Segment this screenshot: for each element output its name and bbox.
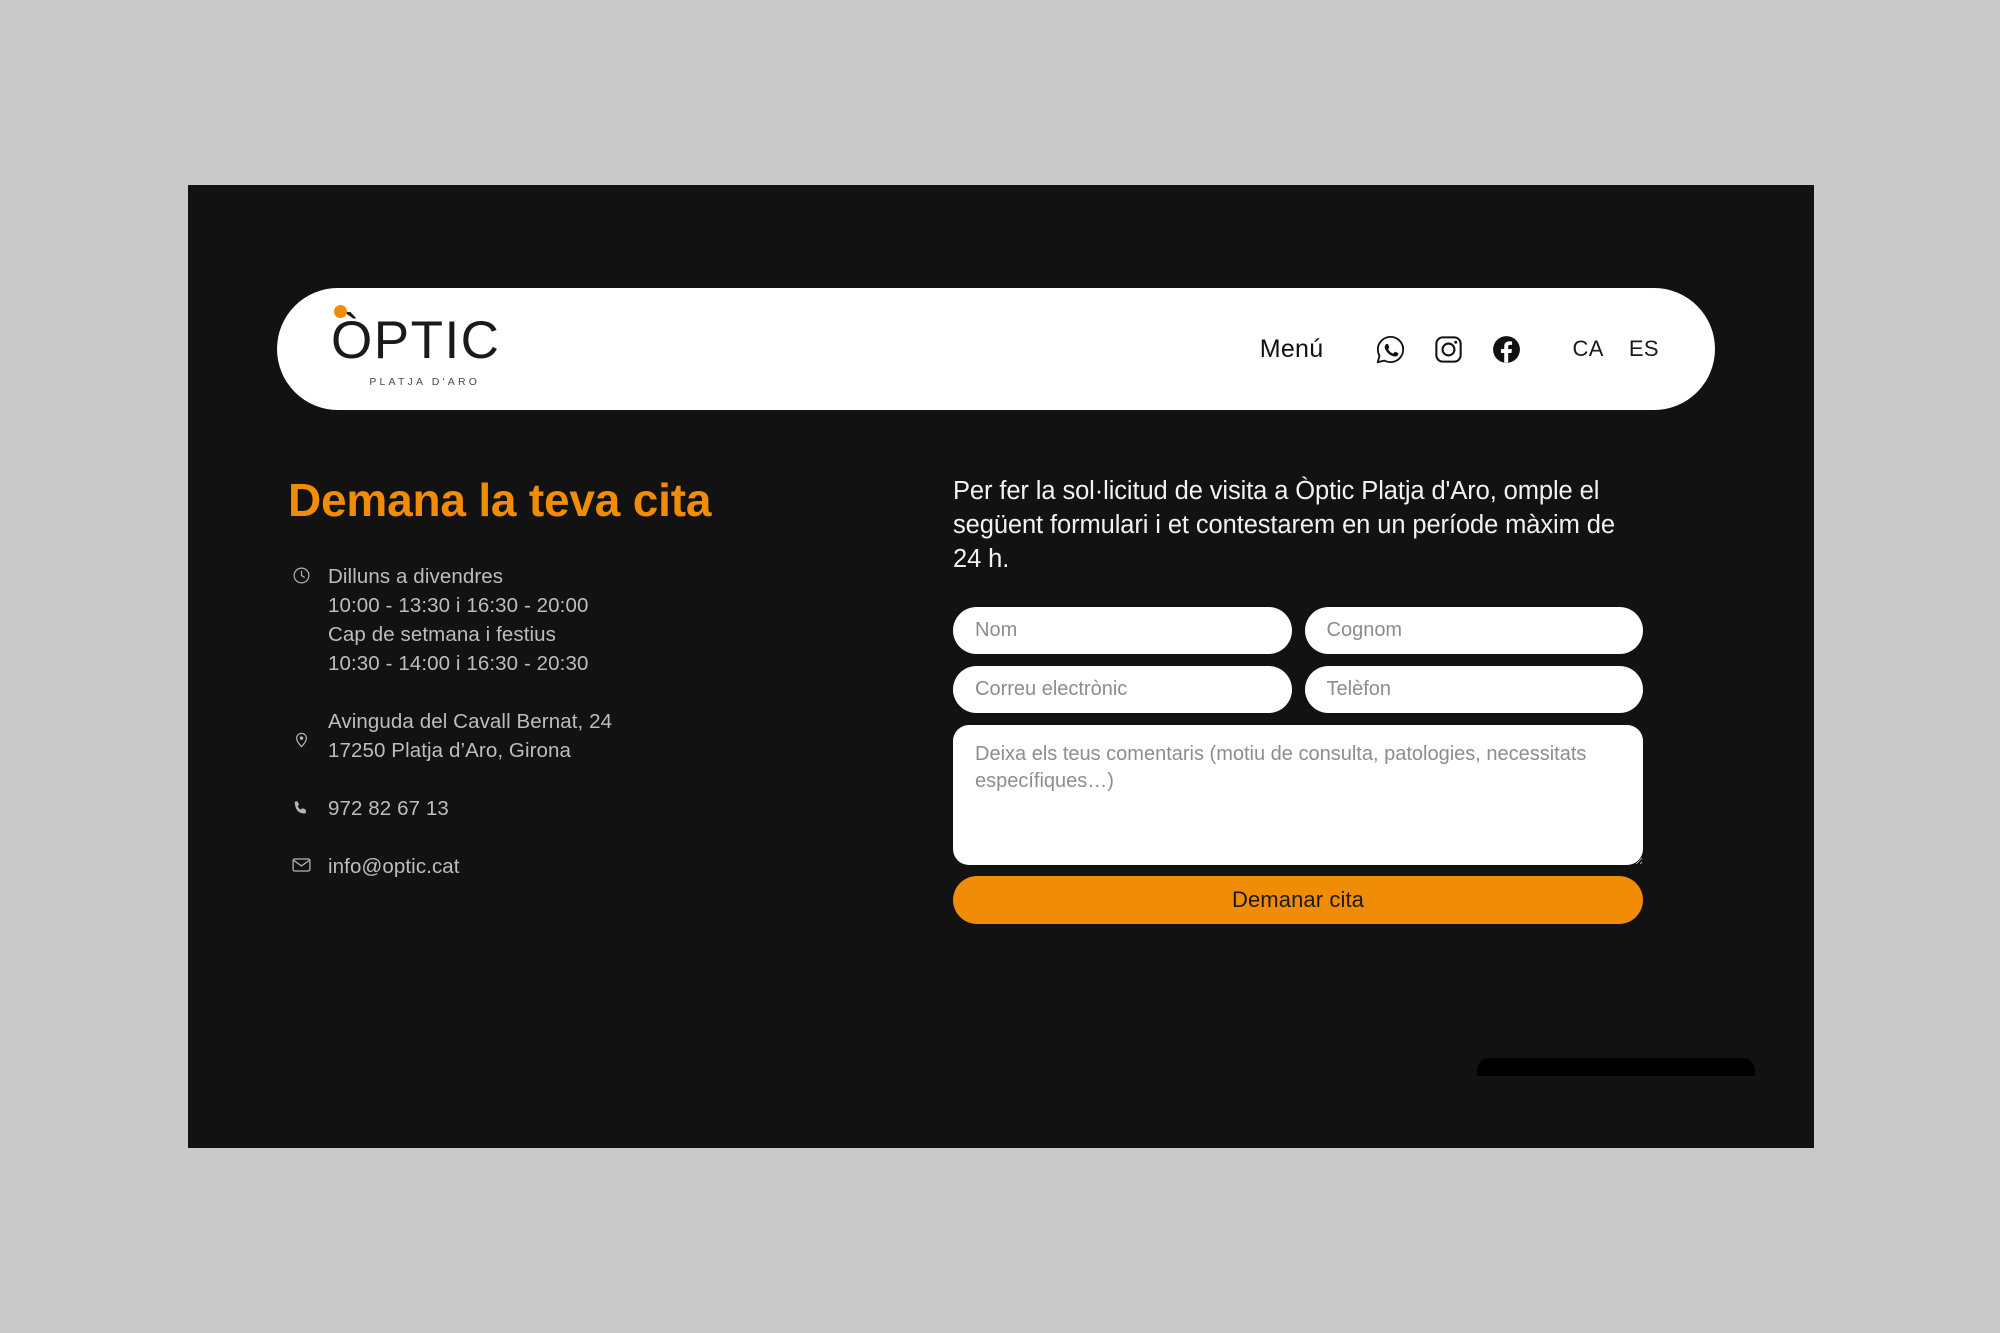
site-panel: ÒPTIC PLATJA D'ARO Menú CA ES Demana la …	[188, 185, 1814, 1148]
email-input[interactable]	[953, 665, 1292, 713]
location-pin-icon	[288, 707, 314, 750]
phone-text: 972 82 67 13	[328, 797, 449, 821]
phone-row[interactable]: 972 82 67 13	[288, 794, 908, 823]
logo-wordmark: ÒPTIC	[331, 305, 501, 370]
contact-column: Demana la teva cita Dilluns a divendres …	[188, 475, 908, 924]
email-row[interactable]: info@optic.cat	[288, 852, 908, 881]
phone-icon	[288, 794, 314, 817]
first-name-input[interactable]	[953, 606, 1292, 654]
hours-line-1: Dilluns a divendres	[328, 564, 504, 588]
header-nav: Menú CA ES	[1260, 334, 1659, 365]
address-row[interactable]: Avinguda del Cavall Bernat, 24 17250 Pla…	[288, 707, 908, 765]
main-content: Demana la teva cita Dilluns a divendres …	[188, 475, 1814, 924]
facebook-icon[interactable]	[1491, 334, 1522, 365]
phone-input[interactable]	[1304, 665, 1643, 713]
whatsapp-icon[interactable]	[1375, 334, 1406, 365]
comments-textarea[interactable]	[953, 724, 1643, 865]
form-intro-text: Per fer la sol·licitud de visita a Òptic…	[953, 477, 1615, 573]
appointment-form-column: Per fer la sol·licitud de visita a Òptic…	[908, 475, 1643, 924]
page-title: Demana la teva cita	[288, 474, 712, 526]
language-switcher: CA ES	[1572, 336, 1659, 362]
contact-row	[953, 665, 1643, 713]
clock-icon	[288, 562, 314, 585]
hours-line-2: 10:00 - 13:30 i 16:30 - 20:00	[328, 593, 589, 617]
bottom-widget-bar[interactable]	[1477, 1058, 1755, 1076]
instagram-icon[interactable]	[1433, 334, 1464, 365]
submit-appointment-button[interactable]: Demanar cita	[953, 875, 1643, 924]
opening-hours-text: Dilluns a divendres 10:00 - 13:30 i 16:3…	[328, 562, 588, 678]
menu-button[interactable]: Menú	[1260, 335, 1324, 364]
language-link-es[interactable]: ES	[1629, 336, 1659, 362]
logo-subtitle: PLATJA D'ARO	[369, 376, 481, 388]
logo-wordmark-text: ÒPTIC	[331, 311, 501, 370]
language-link-ca[interactable]: CA	[1572, 336, 1603, 362]
email-text: info@optic.cat	[328, 855, 460, 879]
name-row	[953, 606, 1643, 654]
envelope-icon	[288, 852, 314, 873]
contact-info-list: Dilluns a divendres 10:00 - 13:30 i 16:3…	[288, 562, 908, 882]
orange-accent-dot-icon	[334, 305, 347, 318]
address-line-2: 17250 Platja d’Aro, Girona	[328, 739, 572, 763]
hours-line-3: Cap de setmana i festius	[328, 622, 557, 646]
address-text: Avinguda del Cavall Bernat, 24 17250 Pla…	[328, 707, 612, 765]
address-line-1: Avinguda del Cavall Bernat, 24	[328, 710, 613, 734]
site-header: ÒPTIC PLATJA D'ARO Menú CA ES	[277, 288, 1715, 410]
opening-hours-row: Dilluns a divendres 10:00 - 13:30 i 16:3…	[288, 562, 908, 678]
last-name-input[interactable]	[1304, 606, 1643, 654]
social-links	[1375, 334, 1522, 365]
hours-line-4: 10:30 - 14:00 i 16:30 - 20:30	[328, 651, 589, 675]
appointment-form: Demanar cita	[953, 606, 1643, 924]
site-logo[interactable]: ÒPTIC PLATJA D'ARO	[331, 305, 501, 388]
